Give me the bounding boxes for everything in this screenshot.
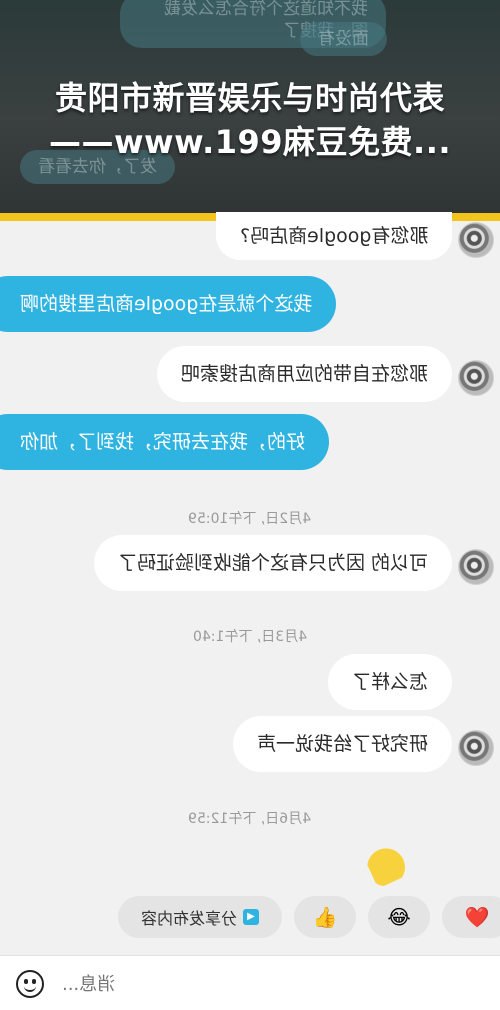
message-bubble-incoming[interactable]: 可以的 因为只有这个能收到验证码了 xyxy=(93,535,452,591)
heart-reaction[interactable]: ❤️ xyxy=(442,896,500,938)
share-post-chip[interactable]: 分享发布内容 ▶ xyxy=(118,896,282,938)
message-text: 我这个就是在google商店里搜的啊 xyxy=(20,293,313,315)
heart-icon: ❤️ xyxy=(464,905,490,929)
ghost-text: 面没有 xyxy=(318,29,369,49)
share-play-icon: ▶ xyxy=(243,909,259,925)
banner-title-line2: ——www.199麻豆免费... xyxy=(48,123,452,161)
timestamp-text: 4月6日, 下午12:59 xyxy=(188,811,312,827)
message-input[interactable] xyxy=(60,968,494,1000)
thumbs-up-reaction[interactable]: 👍 xyxy=(294,896,356,938)
timestamp: 4月3日, 下午1:40 xyxy=(0,626,500,646)
laugh-icon: 😂 xyxy=(387,905,411,929)
avatar[interactable] xyxy=(458,730,494,766)
message-text: 那您在自带的应用商店搜索吧 xyxy=(180,363,428,385)
timestamp: 4月2日, 下午10:59 xyxy=(0,508,500,528)
message-bubble-outgoing[interactable]: 好的，我在去研究，找到了，加你 xyxy=(0,414,330,470)
avatar[interactable] xyxy=(458,549,494,585)
message-bubble-incoming[interactable]: 怎么样了 xyxy=(327,654,452,710)
timestamp: 4月6日, 下午12:59 xyxy=(0,808,500,828)
thumbs-up-icon: 👍 xyxy=(312,905,338,929)
message-bubble-incoming[interactable]: 那您有google商店吗? xyxy=(215,212,452,260)
share-chip-label: 分享发布内容 xyxy=(140,909,237,928)
promo-banner: 我不知道这个符合怎么发截图，我搜了 面没有 发了，你去看看 贵阳市新晋娱乐与时尚… xyxy=(0,0,500,213)
sticker-banana[interactable] xyxy=(361,835,415,889)
message-input-bar xyxy=(0,955,500,1010)
message-bubble-outgoing[interactable]: 我这个就是在google商店里搜的啊 xyxy=(0,276,337,332)
message-text: 可以的 因为只有这个能收到验证码了 xyxy=(117,552,428,574)
ghost-bubble: 面没有 xyxy=(300,22,387,56)
message-text: 好的，我在去研究，找到了，加你 xyxy=(20,431,306,453)
avatar[interactable] xyxy=(458,222,494,258)
timestamp-text: 4月3日, 下午1:40 xyxy=(192,629,308,645)
banner-title-line1: 贵阳市新晋娱乐与时尚代表 xyxy=(54,79,445,117)
message-text: 那您有google商店吗? xyxy=(239,225,428,247)
laugh-reaction[interactable]: 😂 xyxy=(368,896,430,938)
message-text: 研究好了给我说一声 xyxy=(256,733,428,755)
smiley-icon[interactable] xyxy=(16,970,44,998)
message-text: 怎么样了 xyxy=(351,671,428,693)
message-bubble-incoming[interactable]: 那您在自带的应用商店搜索吧 xyxy=(156,346,452,402)
avatar[interactable] xyxy=(458,360,494,396)
timestamp-text: 4月2日, 下午10:59 xyxy=(188,511,312,527)
message-bubble-incoming[interactable]: 研究好了给我说一声 xyxy=(232,716,452,772)
